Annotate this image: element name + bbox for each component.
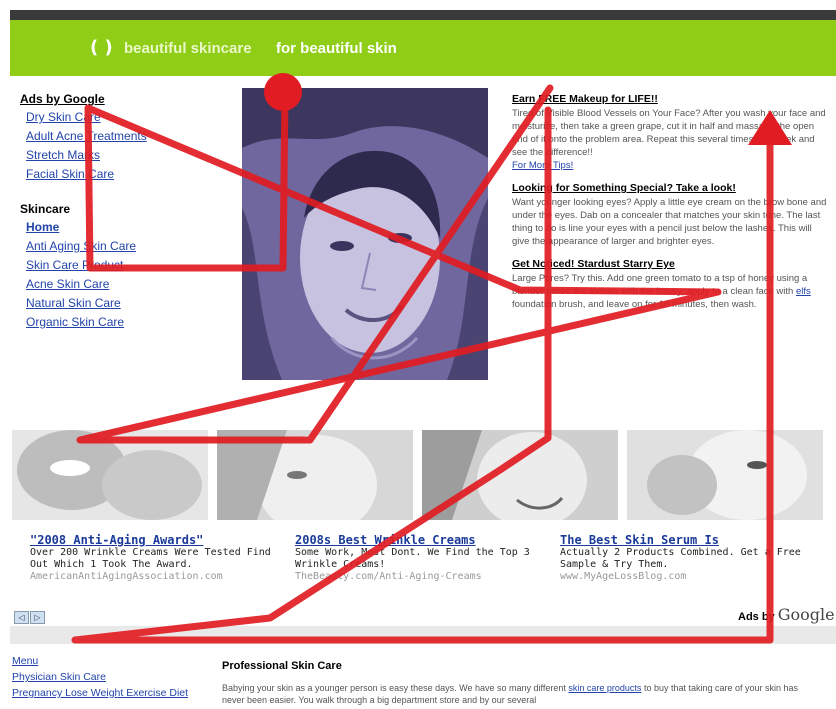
scanpath-line: [76, 84, 722, 444]
scanpath-start-marker: [264, 73, 302, 111]
scanpath-arrowhead: [748, 110, 792, 145]
scanpath-line: [71, 106, 774, 644]
scanpath-overlay: [71, 73, 792, 644]
